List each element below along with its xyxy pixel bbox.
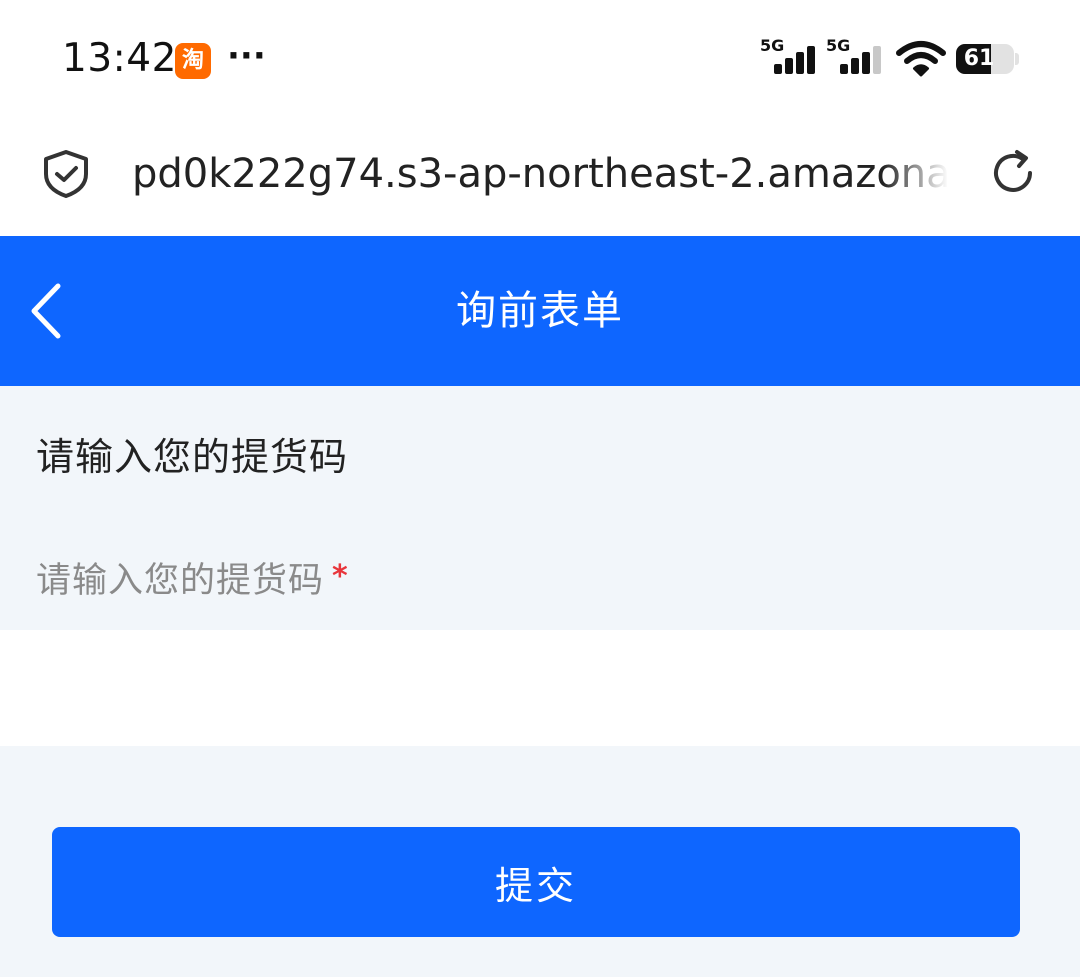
battery-icon: 61 xyxy=(956,44,1014,74)
pickup-code-label-text: 请输入您的提货码 xyxy=(36,561,325,601)
reload-icon[interactable] xyxy=(986,146,1040,200)
shield-check-icon[interactable] xyxy=(40,148,92,200)
status-time: 13:42 xyxy=(62,36,177,81)
wifi-icon xyxy=(896,41,946,77)
network-type-label: 5G xyxy=(760,36,785,55)
signal-bar xyxy=(774,64,782,74)
cellular-signal-icon: 5G xyxy=(826,38,882,78)
signal-bar xyxy=(796,52,804,74)
page-title: 询前表单 xyxy=(456,288,624,334)
submit-button[interactable]: 提交 xyxy=(52,827,1020,937)
required-mark: * xyxy=(332,559,349,594)
status-bar: 13:42 淘 ··· 5G 5G 61 xyxy=(0,0,1080,120)
pickup-code-label: 请输入您的提货码 * xyxy=(36,552,349,603)
battery-level: 61 xyxy=(963,46,995,71)
signal-bar xyxy=(862,52,870,74)
more-notifications-icon: ··· xyxy=(227,36,266,76)
network-type-label: 5G xyxy=(826,36,851,55)
signal-bar xyxy=(807,46,815,74)
pickup-code-input[interactable] xyxy=(0,630,1080,746)
signal-bar xyxy=(873,46,881,74)
footer-section: 提交 xyxy=(0,746,1080,977)
cellular-signal-icon: 5G xyxy=(760,38,816,78)
chevron-left-icon[interactable] xyxy=(22,280,72,342)
url-field[interactable]: pd0k222g74.s3-ap-northeast-2.amazonaws.c… xyxy=(132,146,948,202)
signal-bar xyxy=(851,58,859,74)
form-section: 请输入您的提货码 请输入您的提货码 * xyxy=(0,386,1080,630)
browser-address-bar: pd0k222g74.s3-ap-northeast-2.amazonaws.c… xyxy=(0,120,1080,236)
signal-bar xyxy=(785,58,793,74)
battery-cap xyxy=(1015,53,1019,65)
taobao-notification-icon: 淘 xyxy=(175,43,211,79)
form-section-title: 请输入您的提货码 xyxy=(36,435,349,479)
app-header: 询前表单 xyxy=(0,236,1080,386)
signal-bar xyxy=(840,64,848,74)
